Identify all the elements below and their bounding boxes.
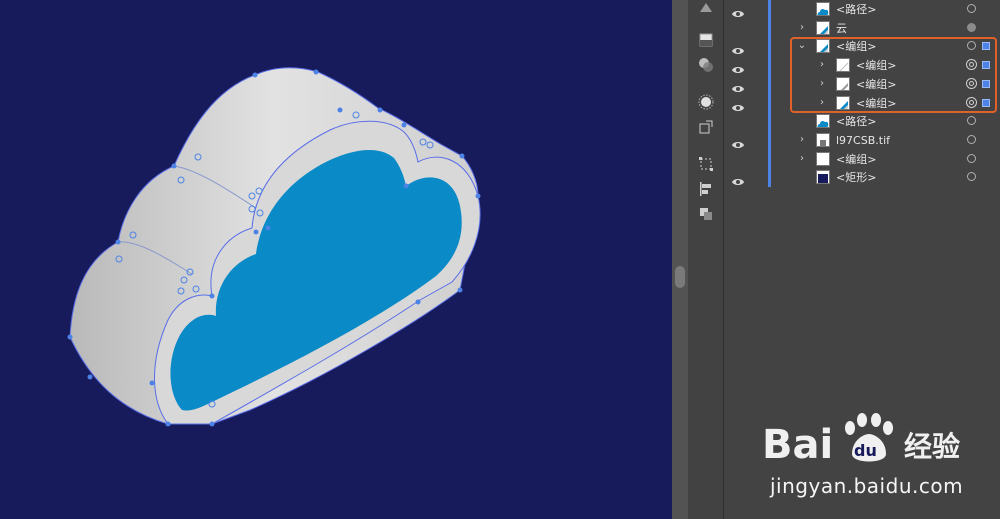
layer-target-icon[interactable]	[967, 153, 976, 163]
layer-color-bar	[768, 130, 771, 150]
watermark-url: jingyan.baidu.com	[770, 474, 964, 498]
layer-color-bar	[768, 74, 771, 94]
eye-icon[interactable]	[731, 60, 745, 74]
layer-thumbnail	[816, 170, 830, 185]
layer-name: <编组>	[836, 152, 877, 166]
selection-highlight-box	[790, 37, 997, 113]
transform-icon[interactable]	[696, 155, 716, 173]
layer-thumbnail	[816, 114, 830, 129]
layer-name: l97CSB.tif	[836, 133, 891, 147]
canvas-scrollbar-thumb[interactable]	[675, 266, 685, 288]
layer-row[interactable]: › l97CSB.tif	[724, 130, 1000, 150]
eye-icon[interactable]	[731, 41, 745, 55]
layer-target-icon[interactable]	[967, 172, 976, 182]
layer-target-icon[interactable]	[967, 134, 976, 144]
align-icon[interactable]	[696, 180, 716, 198]
layer-color-bar	[768, 0, 771, 19]
layer-target-icon[interactable]	[967, 4, 976, 13]
appearance-icon[interactable]	[696, 93, 716, 111]
chevron-right-icon[interactable]: ›	[797, 134, 807, 146]
pathfinder-icon[interactable]	[696, 205, 716, 223]
eye-icon[interactable]	[731, 172, 745, 186]
layer-row[interactable]: <路径>	[724, 0, 1000, 19]
layer-color-bar	[768, 149, 771, 169]
chevron-right-icon[interactable]: ›	[797, 22, 807, 34]
svg-text:Bai: Bai	[762, 422, 833, 468]
layer-thumbnail	[816, 132, 830, 147]
eye-icon[interactable]	[731, 98, 745, 111]
baidu-logo: Bai du 经验	[762, 413, 960, 468]
layer-target-icon[interactable]	[967, 22, 976, 32]
swatch-icon[interactable]	[696, 31, 716, 49]
export-icon[interactable]	[696, 118, 716, 136]
illustrator-workspace: <路径> › 云 ⌄ <编组> › <编组> › <编组> › <编组> <路径> › l97CSB.ti…	[0, 0, 1000, 519]
layer-name: 云	[836, 21, 847, 35]
svg-text:经验: 经验	[904, 430, 960, 463]
svg-text:du: du	[854, 441, 877, 460]
layer-row[interactable]: › 云	[724, 18, 1000, 38]
layer-color-bar	[768, 93, 771, 113]
layer-row[interactable]: <路径>	[724, 112, 1000, 132]
chevron-right-icon[interactable]: ›	[797, 153, 807, 165]
layer-thumbnail	[816, 2, 830, 16]
panel-icon-strip	[688, 0, 724, 519]
baidu-jingyan-watermark: Bai du 经验 jingyan.baidu.com	[762, 408, 982, 508]
canvas-scrollbar-track[interactable]	[672, 0, 688, 519]
layer-target-icon[interactable]	[967, 116, 976, 126]
artboard-canvas[interactable]	[0, 0, 672, 519]
eye-icon[interactable]	[731, 4, 745, 17]
layer-color-bar	[768, 168, 771, 188]
layer-thumbnail	[816, 151, 830, 166]
layer-thumbnail	[816, 20, 830, 35]
eye-icon[interactable]	[731, 79, 745, 92]
layer-row[interactable]: › <编组>	[724, 149, 1000, 169]
layer-name: <路径>	[836, 3, 877, 16]
isometric-cloud-artwork[interactable]	[0, 0, 672, 519]
layer-name: <矩形>	[836, 171, 877, 185]
layer-color-bar	[768, 112, 771, 132]
gradient-icon[interactable]	[696, 0, 716, 18]
eye-icon[interactable]	[731, 135, 745, 148]
layer-row[interactable]: <矩形>	[724, 168, 1000, 188]
layer-color-bar	[768, 18, 771, 38]
transparency-icon[interactable]	[696, 56, 716, 74]
layer-color-bar	[768, 56, 771, 76]
layer-name: <路径>	[836, 115, 877, 129]
layer-color-bar	[768, 37, 771, 57]
